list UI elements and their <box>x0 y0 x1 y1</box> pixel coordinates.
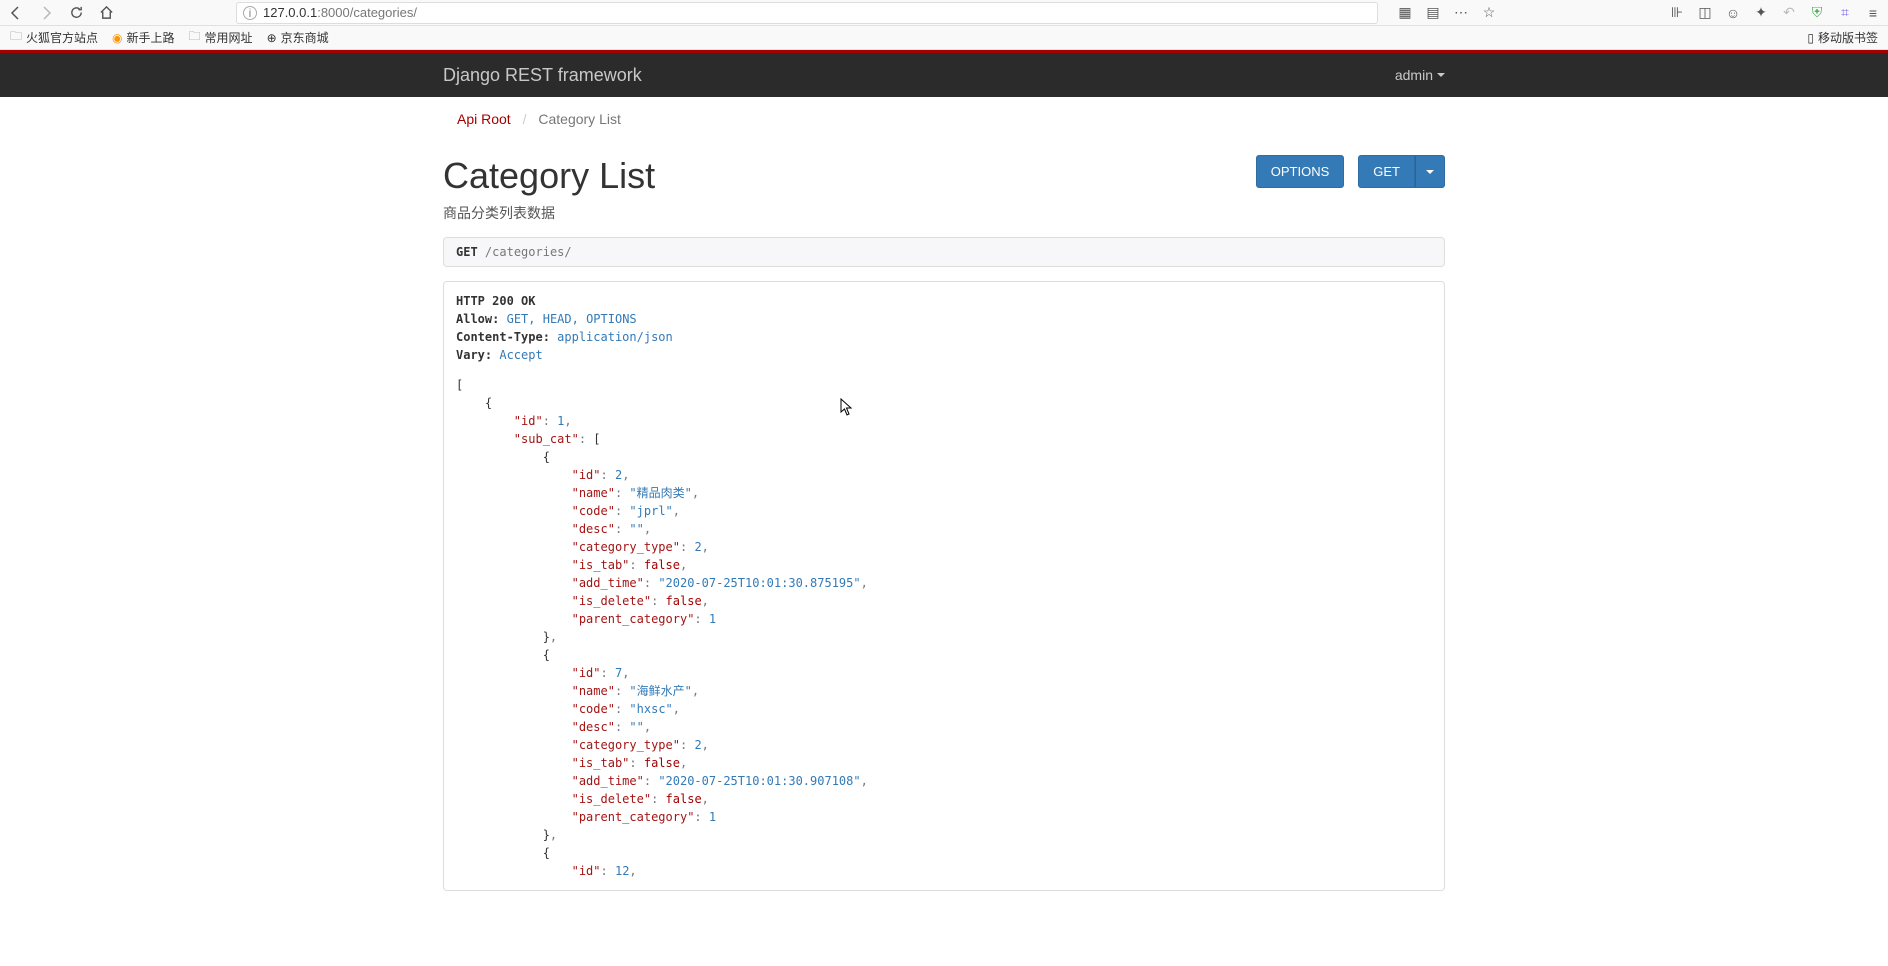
bookmark-item[interactable]: 🗀 常用网址 <box>189 27 253 48</box>
page-header: Category List OPTIONS GET <box>443 137 1445 203</box>
globe-icon: ⊕ <box>267 31 277 45</box>
extension-icon-2[interactable]: ↶ <box>1780 4 1798 21</box>
qr-icon[interactable]: ▦ <box>1396 4 1414 21</box>
page-description: 商品分类列表数据 <box>443 203 1445 237</box>
library-icon[interactable]: ⊪ <box>1668 4 1686 21</box>
info-icon[interactable]: i <box>243 6 257 20</box>
bookmark-label: 移动版书签 <box>1818 29 1878 46</box>
menu-icon[interactable]: ≡ <box>1864 5 1882 21</box>
navbar-brand[interactable]: Django REST framework <box>443 65 642 86</box>
request-line: GET /categories/ <box>443 237 1445 267</box>
forward-button[interactable] <box>36 3 56 23</box>
breadcrumb-separator: / <box>523 111 527 127</box>
status-line: HTTP 200 OK <box>456 294 535 308</box>
get-button-group: GET <box>1358 155 1445 188</box>
browser-toolbar: i 127.0.0.1:8000/categories/ ▦ ▤ ⋯ ☆ ⊪ ◫… <box>0 0 1888 26</box>
home-button[interactable] <box>96 3 116 23</box>
breadcrumb-root-link[interactable]: Api Root <box>457 111 511 127</box>
extension-icon-1[interactable]: ✦ <box>1752 4 1770 21</box>
bookmark-item[interactable]: ◉ 新手上路 <box>112 29 175 46</box>
options-button[interactable]: OPTIONS <box>1256 155 1345 188</box>
response-box: HTTP 200 OK Allow: GET, HEAD, OPTIONSCon… <box>443 281 1445 891</box>
bookmark-item[interactable]: 🗀 火狐官方站点 <box>10 27 98 48</box>
request-method: GET <box>456 245 478 259</box>
request-path: /categories/ <box>485 245 572 259</box>
shield-icon[interactable]: ⛨ <box>1808 4 1826 21</box>
bookmark-label: 常用网址 <box>205 29 253 46</box>
account-icon[interactable]: ☺ <box>1724 5 1742 21</box>
back-button[interactable] <box>6 3 26 23</box>
sidebar-icon[interactable]: ◫ <box>1696 4 1714 21</box>
bookmark-star-icon[interactable]: ☆ <box>1480 4 1498 21</box>
url-bar[interactable]: i 127.0.0.1:8000/categories/ <box>236 2 1378 24</box>
bookmarks-bar: 🗀 火狐官方站点 ◉ 新手上路 🗀 常用网址 ⊕ 京东商城 ▯ 移动版书签 <box>0 26 1888 50</box>
response-body: [ { "id": 1, "sub_cat": [ { "id": 2, "na… <box>456 376 1432 880</box>
overflow-icon[interactable]: ⋯ <box>1452 4 1470 21</box>
caret-down-icon <box>1426 170 1434 174</box>
mobile-bookmarks[interactable]: ▯ 移动版书签 <box>1807 29 1878 46</box>
drf-navbar: Django REST framework admin <box>0 53 1888 97</box>
bookmark-item[interactable]: ⊕ 京东商城 <box>267 29 329 46</box>
mobile-icon: ▯ <box>1807 31 1814 45</box>
user-dropdown[interactable]: admin <box>1395 67 1445 83</box>
folder-icon: 🗀 <box>10 27 22 48</box>
bookmark-label: 火狐官方站点 <box>26 29 98 46</box>
reader-icon[interactable]: ▤ <box>1424 4 1442 21</box>
reload-button[interactable] <box>66 3 86 23</box>
breadcrumb-current: Category List <box>538 111 620 127</box>
get-button[interactable]: GET <box>1358 155 1415 188</box>
caret-down-icon <box>1437 73 1445 77</box>
user-label: admin <box>1395 67 1433 83</box>
get-dropdown-toggle[interactable] <box>1415 155 1445 188</box>
firefox-icon: ◉ <box>112 31 122 45</box>
extension-icon-3[interactable]: ⌗ <box>1836 4 1854 21</box>
bookmark-label: 新手上路 <box>127 29 175 46</box>
folder-icon: 🗀 <box>189 27 201 48</box>
url-text: 127.0.0.1:8000/categories/ <box>263 5 417 20</box>
breadcrumb: Api Root / Category List <box>443 97 1445 137</box>
bookmark-label: 京东商城 <box>281 29 329 46</box>
page-title: Category List <box>443 155 655 197</box>
